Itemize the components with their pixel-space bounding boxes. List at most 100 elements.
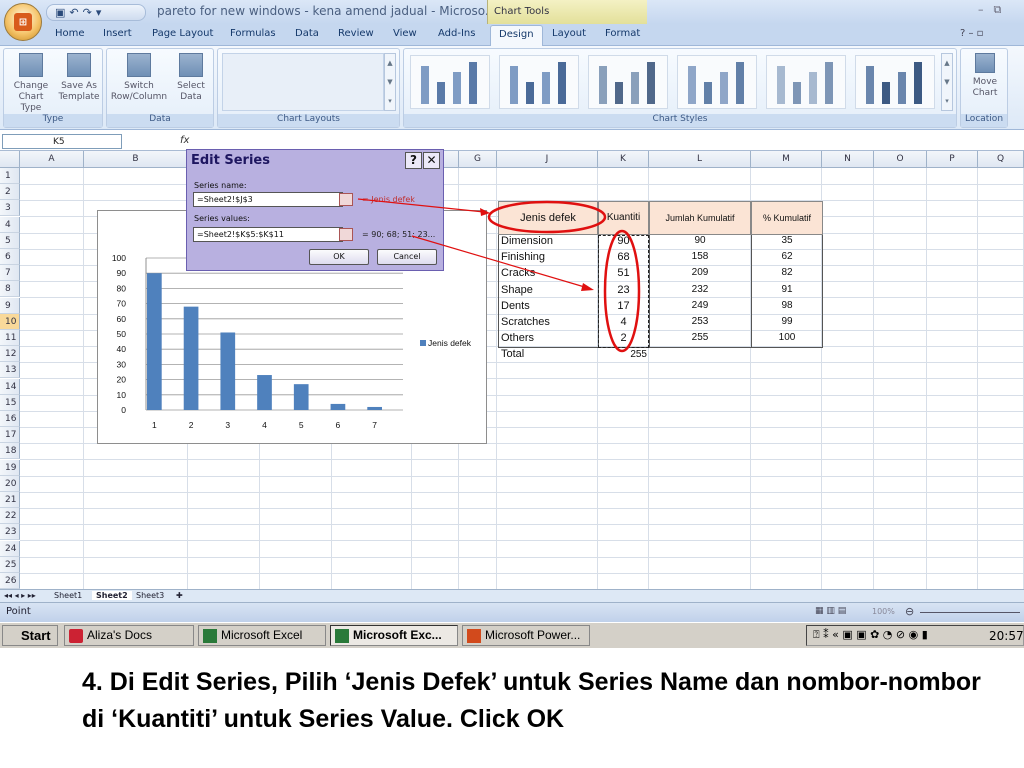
office-button[interactable]: ⊞	[4, 3, 42, 41]
select-all-corner[interactable]	[0, 151, 20, 168]
undo-icon[interactable]: ↶	[69, 6, 78, 19]
cell-pct-kumulatif[interactable]: 98	[751, 300, 823, 311]
chart-bar[interactable]	[257, 375, 272, 410]
row-header-6[interactable]: 6	[0, 249, 20, 265]
column-header-j[interactable]: J	[497, 151, 598, 168]
cell-kuantiti[interactable]: 68	[598, 251, 649, 263]
zoom-level[interactable]: 100%	[872, 607, 895, 616]
total-label[interactable]: Total	[501, 348, 524, 360]
save-icon[interactable]: ▣	[55, 6, 65, 19]
total-value[interactable]: 255	[598, 349, 649, 360]
chart-bar[interactable]	[147, 273, 162, 410]
taskbar-item-aliza-docs[interactable]: Aliza's Docs	[64, 625, 194, 646]
name-box[interactable]: K5	[2, 134, 122, 149]
switch-row-column-button[interactable]: Switch Row/Column	[109, 53, 169, 103]
row-header-23[interactable]: 23	[0, 524, 20, 541]
row-header-16[interactable]: 16	[0, 411, 20, 427]
tab-review[interactable]: Review	[338, 28, 374, 39]
styles-scroll[interactable]: ▲ ▼ ▾	[941, 53, 953, 111]
chart-style-thumbnail[interactable]	[588, 55, 668, 109]
tab-format[interactable]: Format	[605, 28, 640, 39]
row-header-7[interactable]: 7	[0, 265, 20, 282]
chart-style-thumbnail[interactable]	[855, 55, 935, 109]
sheet-tab-3[interactable]: Sheet3	[136, 591, 164, 600]
tab-view[interactable]: View	[393, 28, 417, 39]
column-header-a[interactable]: A	[20, 151, 84, 168]
tab-layout[interactable]: Layout	[552, 28, 586, 39]
cell-jumlah-kumulatif[interactable]: 232	[649, 284, 751, 295]
help-icon[interactable]: ? – ▫	[960, 28, 983, 39]
row-header-9[interactable]: 9	[0, 297, 20, 314]
cancel-button[interactable]: Cancel	[377, 249, 437, 265]
redo-icon[interactable]: ↷	[83, 6, 92, 19]
taskbar-item-excel-active[interactable]: Microsoft Exc...	[330, 625, 458, 646]
row-header-20[interactable]: 20	[0, 475, 20, 492]
taskbar-item-excel[interactable]: Microsoft Excel	[198, 625, 326, 646]
row-header-21[interactable]: 21	[0, 492, 20, 508]
cell-pct-kumulatif[interactable]: 62	[751, 251, 823, 262]
sheet-tab-2-active[interactable]: Sheet2	[92, 591, 132, 600]
cell-jumlah-kumulatif[interactable]: 90	[649, 235, 751, 246]
cell-pct-kumulatif[interactable]: 99	[751, 316, 823, 327]
row-header-13[interactable]: 13	[0, 362, 20, 379]
ok-button[interactable]: OK	[309, 249, 369, 265]
row-header-14[interactable]: 14	[0, 378, 20, 395]
column-header-k[interactable]: K	[598, 151, 649, 168]
cell-jenis-defek[interactable]: Scratches	[501, 316, 550, 328]
row-header-17[interactable]: 17	[0, 427, 20, 444]
tab-add-ins[interactable]: Add-Ins	[438, 28, 475, 39]
cell-kuantiti[interactable]: 23	[598, 284, 649, 296]
chart-bar[interactable]	[183, 306, 199, 410]
layouts-scroll[interactable]: ▲ ▼ ▾	[384, 53, 396, 111]
row-header-2[interactable]: 2	[0, 184, 20, 201]
row-header-8[interactable]: 8	[0, 281, 20, 298]
cell-kuantiti[interactable]: 4	[598, 316, 649, 328]
cell-jenis-defek[interactable]: Shape	[501, 284, 533, 296]
column-header-b[interactable]: B	[84, 151, 188, 168]
cell-jenis-defek[interactable]: Dents	[501, 300, 530, 312]
header-jenis-defek[interactable]: Jenis defek	[498, 201, 598, 235]
tab-insert[interactable]: Insert	[103, 28, 132, 39]
view-buttons[interactable]: ▦ ▥ ▤	[815, 606, 846, 616]
row-header-19[interactable]: 19	[0, 459, 20, 476]
column-header-n[interactable]: N	[822, 151, 874, 168]
row-header-5[interactable]: 5	[0, 232, 20, 249]
customize-icon[interactable]: ▾	[96, 6, 102, 19]
quick-access-toolbar[interactable]: ▣ ↶ ↷ ▾	[46, 4, 146, 21]
insert-function-icon[interactable]: fx	[180, 135, 189, 146]
window-controls[interactable]: – ⧉	[978, 3, 1001, 17]
minimize-button[interactable]: –	[978, 3, 984, 17]
series-name-input[interactable]: =Sheet2!$J$3	[193, 192, 343, 207]
tray-icons[interactable]: ⍰ ⁑ « ▣ ▣ ✿ ◔ ⊘ ◉ ▮	[813, 628, 928, 642]
cell-kuantiti[interactable]: 90	[598, 235, 649, 247]
chart-style-thumbnail[interactable]	[410, 55, 490, 109]
row-header-18[interactable]: 18	[0, 443, 20, 460]
cell-jumlah-kumulatif[interactable]: 249	[649, 300, 751, 311]
zoom-out-icon[interactable]: ⊖	[905, 605, 914, 618]
cell-kuantiti[interactable]: 2	[598, 332, 649, 344]
chart-bar[interactable]	[220, 332, 236, 410]
cell-kuantiti[interactable]: 51	[598, 267, 649, 279]
start-button[interactable]: Start	[2, 625, 58, 646]
cell-kuantiti[interactable]: 17	[598, 300, 649, 312]
save-as-template-button[interactable]: Save As Template	[56, 53, 102, 103]
column-header-g[interactable]: G	[459, 151, 497, 168]
tab-design[interactable]: Design	[490, 25, 543, 47]
edit-series-dialog[interactable]: Edit Series ? ✕ Series name: =Sheet2!$J$…	[186, 149, 444, 271]
row-header-12[interactable]: 12	[0, 346, 20, 363]
cell-jenis-defek[interactable]: Dimension	[501, 235, 553, 247]
cell-pct-kumulatif[interactable]: 100	[751, 332, 823, 343]
restore-button[interactable]: ⧉	[994, 3, 1002, 17]
chart-bar[interactable]	[293, 384, 309, 410]
chart-style-thumbnail[interactable]	[499, 55, 579, 109]
change-chart-type-button[interactable]: Change Chart Type	[8, 53, 54, 114]
insert-sheet-icon[interactable]: ✚	[176, 591, 183, 600]
column-header-o[interactable]: O	[874, 151, 927, 168]
tab-formulas[interactable]: Formulas	[230, 28, 276, 39]
cell-jenis-defek[interactable]: Others	[501, 332, 534, 344]
row-header-15[interactable]: 15	[0, 394, 20, 411]
column-header-l[interactable]: L	[649, 151, 751, 168]
cell-pct-kumulatif[interactable]: 35	[751, 235, 823, 246]
dialog-close-button[interactable]: ✕	[423, 152, 440, 169]
tab-data[interactable]: Data	[295, 28, 319, 39]
